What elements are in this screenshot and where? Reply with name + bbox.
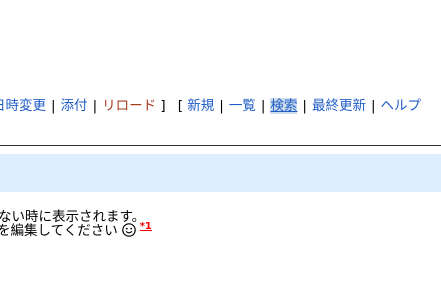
toolbar-separator: | [219,98,224,114]
toolbar-separator: | [370,98,376,114]
smiley-face-icon [121,222,136,237]
toolbar-separator: | [51,98,56,114]
toolbar-list-link[interactable]: 一覧 [229,98,256,114]
toolbar-new-link[interactable]: 新規 [187,98,214,114]
horizontal-rule [0,145,441,146]
content-line-2: を編集してください *1 [0,218,152,240]
content-title-bar [0,154,441,192]
toolbar-help-link[interactable]: ヘルプ [381,98,422,114]
toolbar-date-change-link[interactable]: 日時変更 [0,98,46,114]
toolbar-separator: | [260,98,266,114]
toolbar-separator: | [302,98,307,114]
page-toolbar: 日時変更|添付|リロード ][ 新規|一覧|検索|最終更新|ヘルプ [0,96,421,116]
toolbar-reload-link[interactable]: リロード [102,98,156,114]
toolbar-recent-link[interactable]: 最終更新 [312,98,366,114]
toolbar-open-bracket: [ [177,98,183,114]
toolbar-attach-link[interactable]: 添付 [61,98,88,114]
footnote-link[interactable]: *1 [140,221,152,232]
toolbar-search-link[interactable]: 検索 [270,98,298,114]
content-line-2-text: を編集してください [0,222,118,239]
toolbar-separator: | [92,98,98,114]
toolbar-close-bracket: ] [160,98,166,114]
